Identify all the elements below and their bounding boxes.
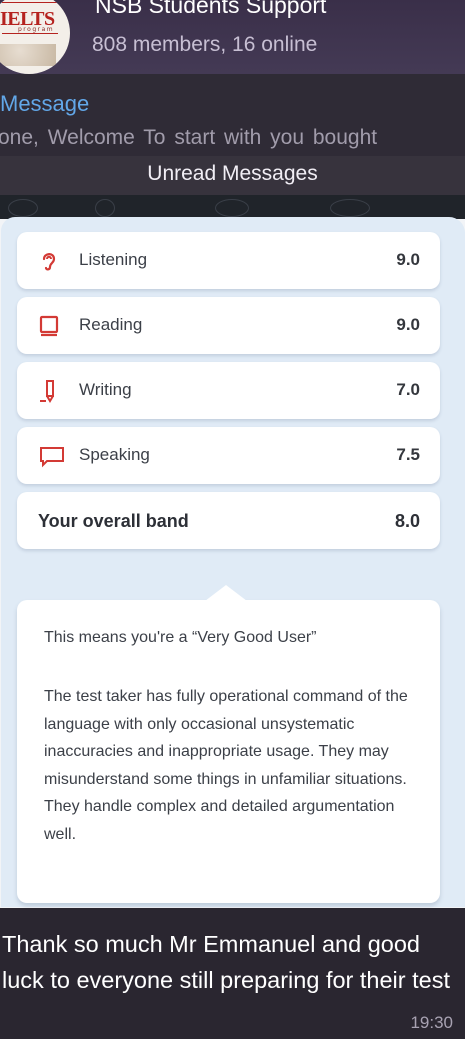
card-pointer: [205, 585, 247, 601]
pinned-message-label: Message: [0, 91, 90, 116]
doodle-shape: [8, 199, 38, 217]
score-row-writing: Writing 7.0: [17, 362, 440, 419]
avatar-logo-subtext: program: [18, 26, 55, 33]
message-timestamp: 19:30: [410, 1013, 453, 1032]
caption-text: Thank so much Mr Emmanuel and good luck …: [2, 931, 451, 993]
message-caption[interactable]: Thank so much Mr Emmanuel and good luck …: [0, 908, 465, 1039]
band-description-body: The test taker has fully operational com…: [44, 688, 408, 843]
score-label: Listening: [79, 250, 148, 269]
doodle-shape: [215, 199, 249, 217]
logo-line-bottom: [2, 33, 58, 34]
pencil-icon: [40, 380, 54, 403]
overall-band-value: 8.0: [394, 511, 420, 531]
group-avatar[interactable]: IELTS program: [0, 0, 70, 74]
chat-title[interactable]: NSB Students Support: [95, 0, 326, 19]
chat-header[interactable]: IELTS program NSB Students Support 808 m…: [0, 0, 465, 74]
score-value: 7.0: [396, 380, 420, 399]
ear-icon: [42, 253, 56, 271]
overall-band-label: Your overall band: [38, 511, 189, 531]
unread-messages-label: Unread Messages: [147, 162, 318, 185]
photo-top-strip: [0, 195, 465, 219]
score-value: 9.0: [396, 315, 420, 334]
score-label: Speaking: [79, 445, 150, 464]
score-value: 9.0: [396, 250, 420, 269]
unread-messages-divider: Unread Messages: [0, 156, 465, 195]
doodle-shape: [330, 199, 370, 217]
speech-bubble-icon: [40, 447, 64, 468]
score-label: Reading: [79, 315, 143, 334]
book-icon: [39, 315, 59, 337]
score-label: Writing: [79, 380, 132, 399]
logo-line-top: [2, 2, 58, 3]
pinned-message-preview: one, Welcome To start with you bought: [0, 126, 378, 149]
avatar-photo-area: [0, 44, 56, 66]
results-panel: Listening 9.0 Reading 9.0 Writing 7.0 Sp…: [1, 217, 465, 907]
band-description-title: This means you're a “Very Good User”: [44, 629, 317, 646]
doodle-shape: [95, 199, 115, 217]
overall-band-row: Your overall band 8.0: [17, 492, 440, 549]
result-screenshot-image[interactable]: Listening 9.0 Reading 9.0 Writing 7.0 Sp…: [0, 195, 465, 908]
score-row-reading: Reading 9.0: [17, 297, 440, 354]
score-row-speaking: Speaking 7.5: [17, 427, 440, 484]
pinned-message-bar[interactable]: Message one, Welcome To start with you b…: [0, 74, 465, 156]
score-row-listening: Listening 9.0: [17, 232, 440, 289]
chat-member-count: 808 members, 16 online: [92, 33, 318, 56]
score-value: 7.5: [396, 445, 420, 464]
band-description-card: This means you're a “Very Good User” The…: [17, 585, 440, 903]
